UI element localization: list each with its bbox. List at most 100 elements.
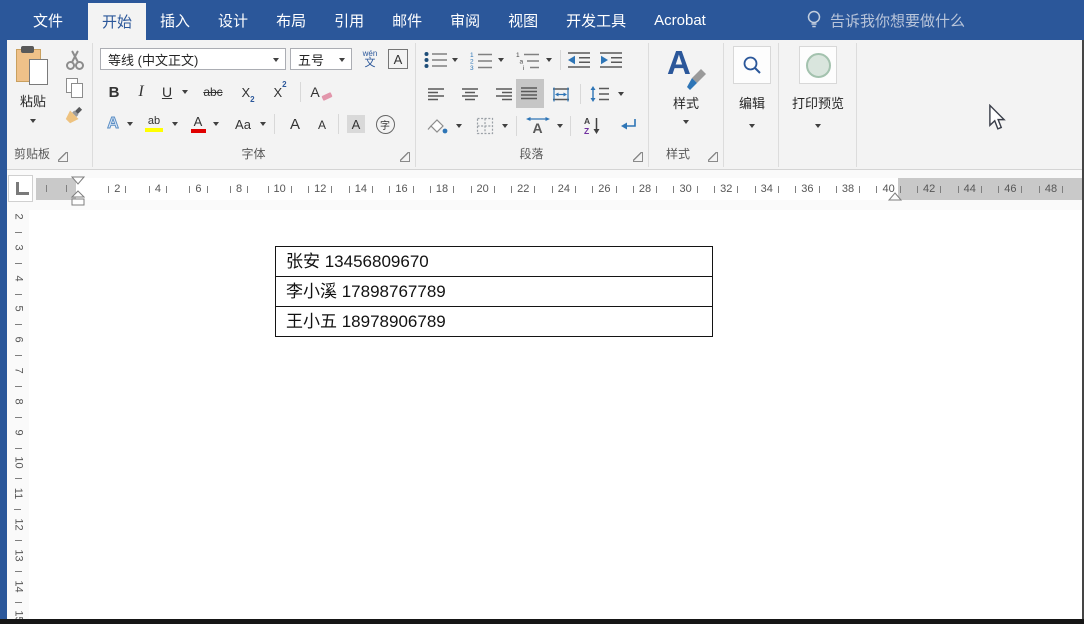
hruler-number: 32 [706,178,747,200]
character-border-button[interactable]: A [386,46,410,72]
tab-design[interactable]: 设计 [204,0,262,40]
font-size-dropdown-arrow[interactable] [339,58,345,62]
editing-dropdown-arrow[interactable] [749,124,755,128]
align-right-button[interactable] [492,82,518,106]
vruler-number: 8 [15,395,22,426]
tell-me-box[interactable]: 告诉我你想要做什么 [806,0,965,40]
cut-button[interactable] [62,48,88,72]
font-dialog-launcher[interactable] [400,152,410,162]
table-row[interactable]: 李小溪 17898767789 [275,276,713,307]
styles-dialog-launcher[interactable] [708,152,718,162]
text-effects-dropdown-arrow[interactable] [127,122,133,126]
shrink-font-button[interactable]: A [310,114,334,136]
table-row[interactable]: 王小五 18978906789 [275,306,713,337]
format-painter-button[interactable] [62,104,88,130]
asian-layout-dropdown-arrow[interactable] [557,124,563,128]
print-preview-label: 打印预览 [792,93,844,112]
tab-selector[interactable] [8,175,33,202]
hanging-indent-marker[interactable] [71,190,85,207]
paste-dropdown-arrow[interactable] [30,119,36,123]
font-color-button[interactable]: A [186,112,210,136]
print-preview-dropdown-arrow[interactable] [815,124,821,128]
highlight-color-button[interactable]: ab [140,112,168,136]
borders-button[interactable] [472,114,498,138]
sort-button[interactable]: A Z [578,112,606,138]
paragraph-dialog-launcher[interactable] [633,152,643,162]
clipboard-dialog-launcher[interactable] [58,152,68,162]
tab-references[interactable]: 引用 [320,0,378,40]
phonetic-guide-button[interactable]: wén 文 [356,46,384,72]
document-page[interactable]: 张安 13456809670李小溪 17898767789王小五 1897890… [29,210,1082,619]
divider [338,114,339,134]
tab-layout[interactable]: 布局 [262,0,320,40]
change-case-dropdown-arrow[interactable] [260,122,266,126]
numbering-dropdown-arrow[interactable] [498,58,504,62]
divider [300,82,301,102]
grow-font-button[interactable]: A [282,112,308,136]
styles-button[interactable]: A 样式 [652,44,720,124]
align-center-button[interactable] [458,82,484,106]
font-size-combobox[interactable]: 五号 [290,48,352,70]
tab-developer[interactable]: 开发工具 [552,0,640,40]
change-case-button[interactable]: Aa [228,112,258,136]
underline-button[interactable]: U [156,80,178,104]
divider [560,50,561,70]
enclose-characters-button[interactable]: 字 [372,112,398,136]
align-left-button[interactable] [424,82,450,106]
underline-dropdown-arrow[interactable] [182,90,188,94]
tab-insert[interactable]: 插入 [146,0,204,40]
bullets-dropdown-arrow[interactable] [452,58,458,62]
bold-button[interactable]: B [102,80,126,104]
tab-acrobat[interactable]: Acrobat [640,0,720,40]
character-border-icon: A [388,49,408,69]
font-family-combobox[interactable]: 等线 (中文正文) [100,48,286,70]
phonetic-guide-icon: wén 文 [363,50,378,69]
print-preview-button[interactable]: 打印预览 [782,44,854,128]
italic-button[interactable]: I [130,80,152,104]
hruler-number: 22 [503,178,544,200]
paste-button[interactable]: 粘贴 [8,44,58,123]
tab-file[interactable]: 文件 [8,0,88,40]
first-line-indent-marker[interactable] [71,176,85,185]
right-indent-marker[interactable] [888,192,902,201]
group-divider [856,43,857,167]
shading-button[interactable] [423,114,451,138]
tab-mailings[interactable]: 邮件 [378,0,436,40]
shading-dropdown-arrow[interactable] [456,124,462,128]
asian-layout-button[interactable]: A [522,112,554,138]
decrease-indent-button[interactable] [566,48,594,72]
line-spacing-dropdown-arrow[interactable] [618,92,624,96]
distributed-button[interactable] [548,82,576,106]
strikethrough-button[interactable]: abc [196,80,230,104]
vruler-number: 15 [12,610,24,619]
word-window: 文件开始插入设计布局引用邮件审阅视图开发工具Acrobat 告诉我你想要做什么 … [0,0,1084,624]
copy-button[interactable] [62,76,88,100]
subscript-button[interactable]: X2 [234,80,262,104]
editing-button[interactable]: 编辑 [727,44,777,128]
character-shading-button[interactable]: A [344,112,368,136]
styles-dropdown-arrow[interactable] [683,120,689,124]
table-row[interactable]: 张安 13456809670 [275,246,713,277]
font-family-dropdown-arrow[interactable] [273,58,279,62]
vruler-number: 5 [15,302,22,333]
line-spacing-button[interactable] [586,82,614,106]
bullets-button[interactable] [423,48,449,72]
borders-dropdown-arrow[interactable] [502,124,508,128]
vruler-number: 9 [15,426,22,457]
hruler-number: 14 [341,178,382,200]
superscript-button[interactable]: X2 [266,80,294,104]
text-effects-button[interactable]: A [102,112,124,136]
clear-formatting-button[interactable]: A [306,80,336,104]
show-marks-button[interactable] [614,112,642,138]
tab-view[interactable]: 视图 [494,0,552,40]
multilevel-list-button[interactable]: 1 a i [514,48,542,72]
hruler-number: 48 [1031,178,1072,200]
justify-button[interactable] [516,79,544,108]
increase-indent-button[interactable] [598,48,626,72]
numbering-button[interactable]: 1 2 3 [468,48,494,72]
highlight-dropdown-arrow[interactable] [172,122,178,126]
multilevel-dropdown-arrow[interactable] [546,58,552,62]
tab-review[interactable]: 审阅 [436,0,494,40]
font-color-dropdown-arrow[interactable] [213,122,219,126]
tab-home[interactable]: 开始 [88,3,146,40]
